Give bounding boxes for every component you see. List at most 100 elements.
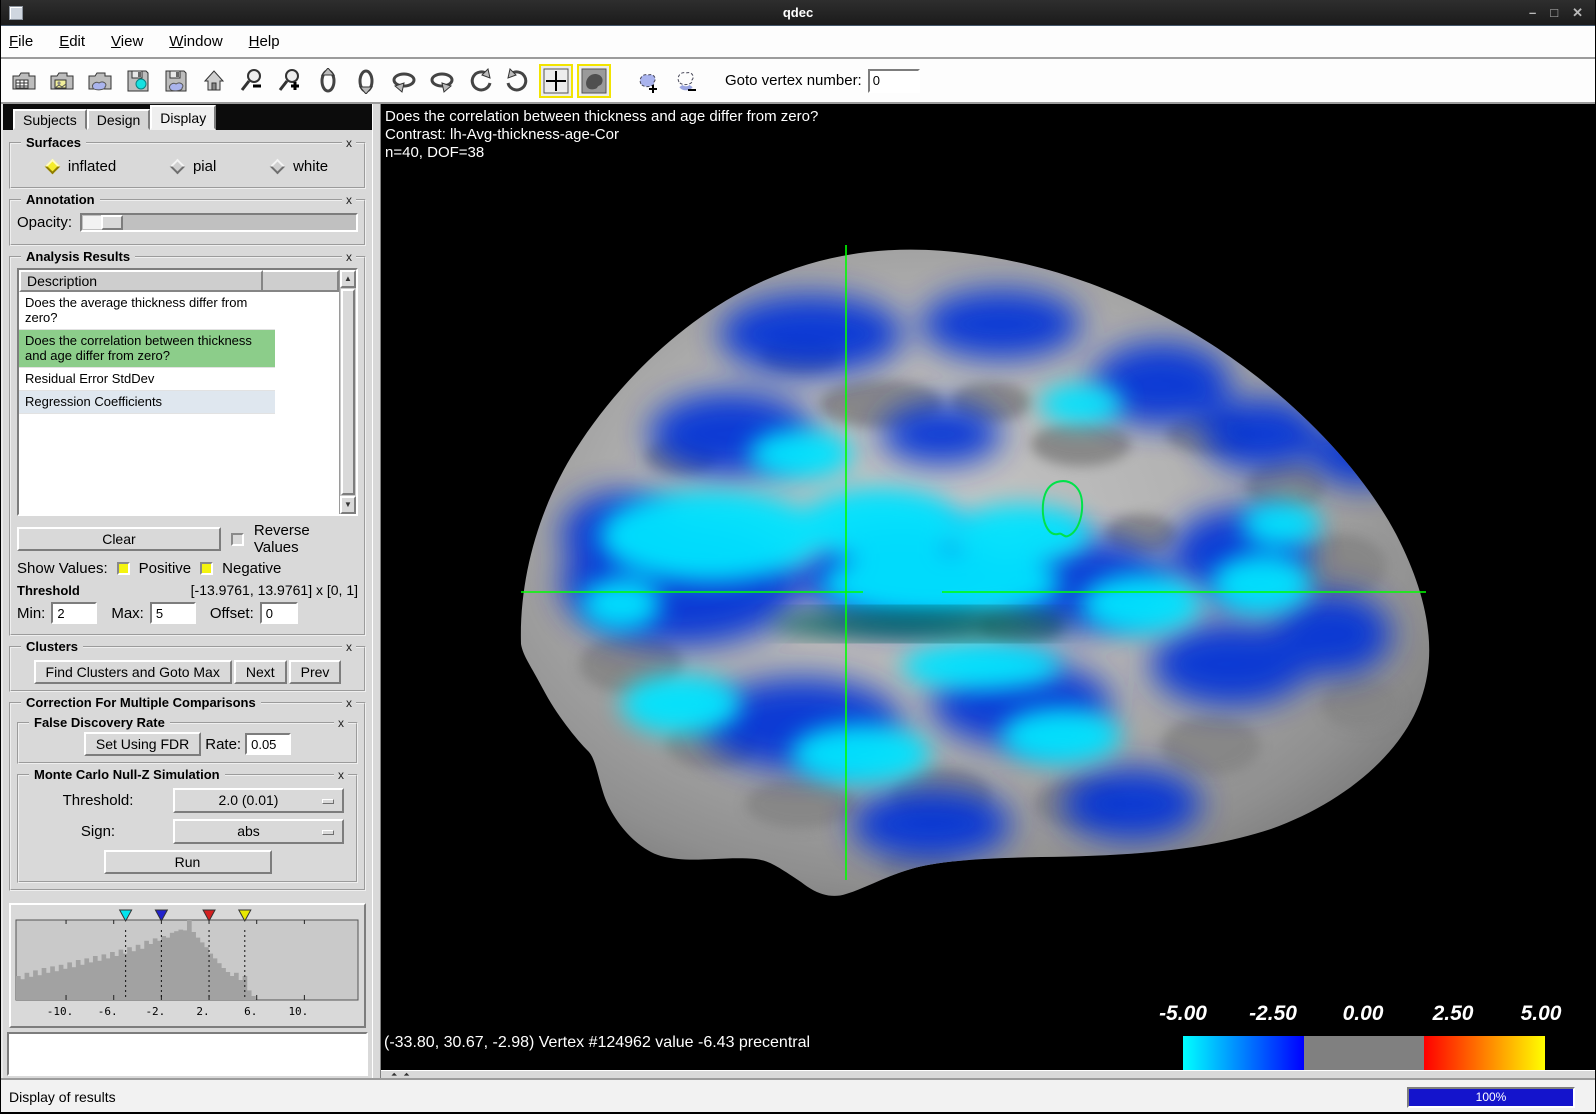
menu-help[interactable]: Help bbox=[249, 33, 280, 50]
goto-vertex-input[interactable] bbox=[868, 69, 920, 93]
surface-viewport[interactable]: Does the correlation between thickness a… bbox=[381, 104, 1595, 1078]
mc-threshold-value: 2.0 (0.01) bbox=[219, 792, 279, 808]
threshold-label: Threshold bbox=[17, 583, 80, 598]
radio-pial[interactable]: pial bbox=[172, 158, 216, 175]
show-curvature-icon[interactable] bbox=[577, 64, 611, 98]
menubar: File Edit View Window Help bbox=[1, 26, 1595, 59]
pos-min-marker[interactable] bbox=[203, 910, 215, 921]
next-cluster-button[interactable]: Next bbox=[234, 660, 287, 684]
colorbar-zero-segment bbox=[1304, 1036, 1425, 1072]
panel-empty-area bbox=[7, 1032, 368, 1076]
mc-sign-value: abs bbox=[237, 823, 260, 839]
load-label-icon[interactable] bbox=[83, 64, 117, 98]
goto-vertex-label: Goto vertex number: bbox=[725, 72, 862, 89]
max-input[interactable] bbox=[150, 602, 196, 624]
save-label-icon[interactable] bbox=[159, 64, 193, 98]
progress-bar-fill: 100% bbox=[1409, 1089, 1573, 1106]
load-project-file-icon[interactable] bbox=[45, 64, 79, 98]
correction-group-close-icon[interactable]: x bbox=[342, 696, 356, 710]
overlay-contrast: Contrast: lh-Avg-thickness-age-Cor bbox=[385, 126, 818, 144]
load-data-table-icon[interactable] bbox=[7, 64, 41, 98]
pos-max-marker[interactable] bbox=[239, 910, 251, 921]
results-column-header-empty[interactable] bbox=[263, 270, 339, 292]
radio-diamond-icon bbox=[270, 159, 286, 175]
select-vertex-crosshair-icon[interactable] bbox=[539, 64, 573, 98]
tilt-ccw-icon[interactable] bbox=[463, 64, 497, 98]
menu-file[interactable]: File bbox=[9, 33, 33, 50]
overlay-question: Does the correlation between thickness a… bbox=[385, 108, 818, 126]
offset-input[interactable] bbox=[260, 602, 298, 624]
colorbar-label: 2.50 bbox=[1433, 1002, 1474, 1026]
scroll-down-icon[interactable]: ▼ bbox=[340, 496, 356, 514]
viewport-scrollbar[interactable]: ⏶ ⏶ bbox=[381, 1070, 1595, 1078]
results-column-header[interactable]: Description bbox=[19, 270, 263, 292]
window-title: qdec bbox=[1, 5, 1595, 20]
remove-selection-from-label-icon[interactable] bbox=[669, 64, 703, 98]
radio-inflated[interactable]: inflated bbox=[47, 158, 116, 175]
prev-cluster-button[interactable]: Prev bbox=[289, 660, 342, 684]
results-table: Description Does the average thickness d… bbox=[17, 268, 358, 516]
surfaces-group-close-icon[interactable]: x bbox=[342, 136, 356, 150]
clusters-group-close-icon[interactable]: x bbox=[342, 640, 356, 654]
threshold-histogram[interactable]: -10.-6.-2.2.6.10. bbox=[14, 908, 360, 1018]
rotate-right-icon[interactable] bbox=[425, 64, 459, 98]
add-selection-to-label-icon[interactable] bbox=[631, 64, 665, 98]
reverse-values-label: Reverse Values bbox=[254, 522, 358, 556]
tab-subjects[interactable]: Subjects bbox=[13, 109, 87, 130]
mc-threshold-label: Threshold: bbox=[23, 792, 173, 809]
opacity-slider-handle[interactable] bbox=[101, 215, 123, 230]
mc-sign-dropdown[interactable]: abs bbox=[173, 819, 344, 844]
annotation-group-close-icon[interactable]: x bbox=[342, 193, 356, 207]
radio-diamond-icon bbox=[170, 159, 186, 175]
radio-white[interactable]: white bbox=[272, 158, 328, 175]
pane-divider[interactable] bbox=[372, 104, 381, 1078]
rotate-down-icon[interactable] bbox=[349, 64, 383, 98]
svg-text:-2.: -2. bbox=[145, 1005, 165, 1018]
rate-input[interactable] bbox=[245, 733, 291, 755]
results-scrollbar[interactable]: ▲ ▼ bbox=[339, 270, 356, 514]
positive-checkbox[interactable] bbox=[117, 562, 130, 575]
menu-edit[interactable]: Edit bbox=[59, 33, 85, 50]
rotate-up-icon[interactable] bbox=[311, 64, 345, 98]
menu-view[interactable]: View bbox=[111, 33, 143, 50]
scroll-up-icon[interactable]: ▲ bbox=[340, 270, 356, 288]
colorbar-negative-segment bbox=[1183, 1036, 1304, 1072]
results-row-residual-error[interactable]: Residual Error StdDev bbox=[19, 368, 275, 391]
zoom-out-icon[interactable] bbox=[235, 64, 269, 98]
brain-render[interactable] bbox=[381, 104, 1595, 1070]
fdr-group-close-icon[interactable]: x bbox=[334, 716, 348, 730]
neg-min-marker[interactable] bbox=[155, 910, 167, 921]
set-using-fdr-button[interactable]: Set Using FDR bbox=[84, 732, 201, 756]
save-data-table-icon[interactable] bbox=[121, 64, 155, 98]
find-clusters-button[interactable]: Find Clusters and Goto Max bbox=[34, 660, 232, 684]
svg-text:10.: 10. bbox=[288, 1005, 308, 1018]
negative-checkbox[interactable] bbox=[200, 562, 213, 575]
analysis-results-group-close-icon[interactable]: x bbox=[342, 250, 356, 264]
annotation-group-title: Annotation bbox=[21, 192, 100, 207]
reverse-values-checkbox[interactable] bbox=[231, 533, 244, 546]
results-row-regression-coefficients[interactable]: Regression Coefficients bbox=[19, 391, 275, 414]
zoom-in-icon[interactable] bbox=[273, 64, 307, 98]
opacity-slider[interactable] bbox=[80, 213, 358, 232]
qdec-window: qdec – □ ✕ File Edit View Window Help bbox=[0, 0, 1596, 1114]
min-input[interactable] bbox=[51, 602, 97, 624]
opacity-label: Opacity: bbox=[17, 214, 72, 231]
home-view-icon[interactable] bbox=[197, 64, 231, 98]
threshold-range: [-13.9761, 13.9761] x [0, 1] bbox=[191, 582, 358, 598]
surfaces-group: Surfaces x inflated pial white bbox=[9, 142, 366, 189]
neg-max-marker[interactable] bbox=[120, 910, 132, 921]
run-simulation-button[interactable]: Run bbox=[104, 850, 272, 874]
tab-design[interactable]: Design bbox=[87, 109, 151, 130]
scrollbar-thumb[interactable] bbox=[341, 289, 355, 495]
mc-threshold-dropdown[interactable]: 2.0 (0.01) bbox=[173, 788, 344, 813]
menu-window[interactable]: Window bbox=[169, 33, 222, 50]
tab-display[interactable]: Display bbox=[150, 105, 216, 130]
radio-white-label: white bbox=[293, 158, 328, 175]
status-message: Display of results bbox=[1, 1089, 116, 1105]
results-row-avg-thickness[interactable]: Does the average thickness differ from z… bbox=[19, 292, 275, 330]
tilt-cw-icon[interactable] bbox=[501, 64, 535, 98]
monte-carlo-group-close-icon[interactable]: x bbox=[334, 768, 348, 782]
rotate-left-icon[interactable] bbox=[387, 64, 421, 98]
results-row-thickness-age-correlation[interactable]: Does the correlation between thickness a… bbox=[19, 330, 275, 368]
clear-button[interactable]: Clear bbox=[17, 527, 221, 551]
